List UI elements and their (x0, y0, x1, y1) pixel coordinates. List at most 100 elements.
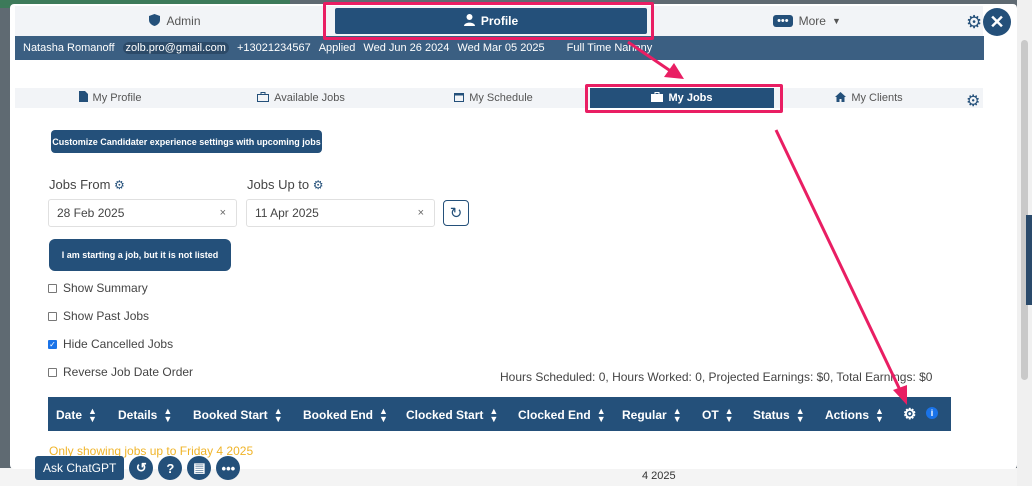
dots-icon: ••• (773, 15, 793, 27)
scrollbar-thumb[interactable] (1021, 40, 1028, 380)
info-icon[interactable]: i (926, 407, 938, 419)
reverse-order-checkbox[interactable]: Reverse Job Date Order (48, 365, 193, 379)
candidate-phone: +13021234567 (236, 42, 311, 54)
show-summary-box[interactable] (48, 283, 57, 293)
candidate-email: zolb.pro@gmail.com (122, 42, 229, 54)
refresh-button[interactable]: ↻ (443, 200, 469, 226)
tab-my-schedule-label: My Schedule (469, 92, 533, 104)
sub-settings-gear-icon[interactable]: ⚙ (966, 91, 980, 111)
document-icon[interactable]: ▤ (187, 456, 212, 480)
show-past-jobs-box[interactable] (48, 311, 57, 321)
jobs-from-label: Jobs From ⚙ (49, 177, 125, 192)
sort-icon: ▲ ▼ (88, 406, 97, 424)
highlight-box-my-jobs (585, 84, 783, 113)
applied-date: Wed Jun 26 2024 (363, 42, 450, 54)
tab-more[interactable]: ••• More ▼ (647, 6, 967, 36)
ask-chatgpt-button[interactable]: Ask ChatGPT (35, 456, 125, 480)
jobs-table-header: Date ▲ ▼ Details ▲ ▼ Booked Start ▲ ▼ Booked E… (48, 397, 951, 431)
highlight-box-profile (323, 2, 654, 40)
sort-icon: ▲ ▼ (795, 406, 805, 424)
help-icon[interactable]: ? (158, 456, 183, 480)
settings-gear-icon[interactable]: ⚙ (966, 12, 982, 33)
show-summary-checkbox[interactable]: Show Summary (48, 281, 148, 295)
column-header-actions[interactable]: Actions ▲ ▼ (825, 406, 884, 424)
applied-label: Applied (318, 42, 356, 54)
close-button[interactable]: ✕ (983, 8, 1011, 36)
tab-available-jobs[interactable]: Available Jobs (205, 88, 397, 108)
jobs-up-to-text: Jobs Up to (247, 177, 310, 192)
second-date: Wed Mar 05 2025 (457, 42, 545, 54)
hours-summary: Hours Scheduled: 0, Hours Worked: 0, Pro… (500, 370, 933, 384)
customize-experience-button[interactable]: Customize Candidater experience settings… (51, 130, 322, 153)
jobs-up-to-clear-icon[interactable]: × (418, 207, 424, 219)
caret-down-icon: ▼ (831, 16, 841, 26)
tab-more-label: More (798, 14, 826, 28)
column-booked-start-label: Booked Start (193, 408, 268, 422)
column-regular-label: Regular (622, 408, 667, 422)
column-status-label: Status (753, 408, 790, 422)
briefcase-outline-icon (257, 91, 270, 105)
sort-icon: ▲ ▼ (379, 406, 388, 424)
background-scrollbar (1017, 0, 1032, 486)
tab-my-schedule[interactable]: My Schedule (397, 88, 590, 108)
column-header-clocked-start[interactable]: Clocked Start ▲ ▼ (406, 406, 499, 424)
jobs-from-value: 28 Feb 2025 (57, 206, 125, 220)
tab-my-profile[interactable]: My Profile (15, 88, 205, 108)
column-header-booked-end[interactable]: Booked End ▲ ▼ (303, 406, 388, 424)
column-header-booked-start[interactable]: Booked Start ▲ ▼ (193, 406, 283, 424)
show-past-jobs-checkbox[interactable]: Show Past Jobs (48, 309, 149, 323)
tab-admin[interactable]: Admin (15, 6, 335, 36)
jobs-up-to-gear-icon[interactable]: ⚙ (313, 178, 324, 192)
refresh-icon: ↻ (449, 205, 463, 222)
column-actions-label: Actions (825, 408, 870, 422)
column-ot-label: OT (702, 408, 719, 422)
jobs-from-gear-icon[interactable]: ⚙ (114, 178, 125, 192)
show-past-jobs-label: Show Past Jobs (63, 309, 150, 323)
tab-my-clients-label: My Clients (851, 92, 903, 104)
tab-my-profile-label: My Profile (92, 92, 142, 104)
jobs-from-text: Jobs From (49, 177, 111, 192)
jobs-up-to-label: Jobs Up to ⚙ (247, 177, 324, 192)
background-text: 4 2025 (642, 470, 676, 482)
column-header-date[interactable]: Date ▲ ▼ (56, 406, 97, 424)
hide-cancelled-jobs-checkbox[interactable]: ✓ Hide Cancelled Jobs (48, 337, 173, 351)
show-summary-label: Show Summary (63, 281, 148, 295)
sort-icon: ▲ ▼ (672, 406, 682, 424)
column-header-details[interactable]: Details ▲ ▼ (118, 406, 173, 424)
bottom-toolbar: Ask ChatGPT ↺ ? ▤ ••• (35, 455, 241, 481)
admin-shield-icon (149, 13, 161, 29)
sub-nav: My Profile Available Jobs My Schedule My… (15, 88, 983, 108)
reverse-order-box[interactable] (48, 367, 57, 377)
jobs-from-input[interactable]: 28 Feb 2025 × (48, 199, 237, 227)
jobs-up-to-value: 11 Apr 2025 (255, 206, 319, 220)
sort-icon: ▲ ▼ (163, 406, 173, 424)
tab-my-clients[interactable]: My Clients (774, 88, 964, 108)
column-booked-end-label: Booked End (303, 408, 374, 422)
column-header-regular[interactable]: Regular ▲ ▼ (622, 406, 682, 424)
sort-icon: ▲ ▼ (875, 406, 884, 424)
column-clocked-end-label: Clocked End (518, 408, 591, 422)
jobs-from-clear-icon[interactable]: × (220, 207, 226, 219)
more-options-icon[interactable]: ••• (216, 456, 241, 480)
history-icon[interactable]: ↺ (129, 456, 154, 480)
sort-icon: ▲ ▼ (273, 406, 283, 424)
sort-icon: ▲ ▼ (489, 406, 499, 424)
column-header-ot[interactable]: OT ▲ ▼ (702, 406, 734, 424)
hide-cancelled-jobs-label: Hide Cancelled Jobs (63, 337, 174, 351)
tab-admin-label: Admin (166, 14, 201, 28)
candidate-name: Natasha Romanoff (23, 42, 115, 54)
hide-cancelled-jobs-box[interactable]: ✓ (48, 339, 57, 349)
column-date-label: Date (56, 408, 83, 422)
table-settings-gear-icon[interactable]: ⚙ (903, 405, 916, 423)
column-details-label: Details (118, 408, 158, 422)
column-header-status[interactable]: Status ▲ ▼ (753, 406, 805, 424)
file-icon (78, 91, 88, 105)
column-header-clocked-end[interactable]: Clocked End ▲ ▼ (518, 407, 606, 424)
column-clocked-start-label: Clocked Start (406, 408, 484, 422)
sort-icon: ▲ ▼ (724, 406, 734, 424)
tab-available-jobs-label: Available Jobs (274, 92, 345, 104)
starting-job-button[interactable]: I am starting a job, but it is not liste… (49, 239, 231, 271)
reverse-order-label: Reverse Job Date Order (63, 365, 194, 379)
candidate-role: Full Time Nannny (566, 42, 653, 54)
jobs-up-to-input[interactable]: 11 Apr 2025 × (246, 199, 435, 227)
